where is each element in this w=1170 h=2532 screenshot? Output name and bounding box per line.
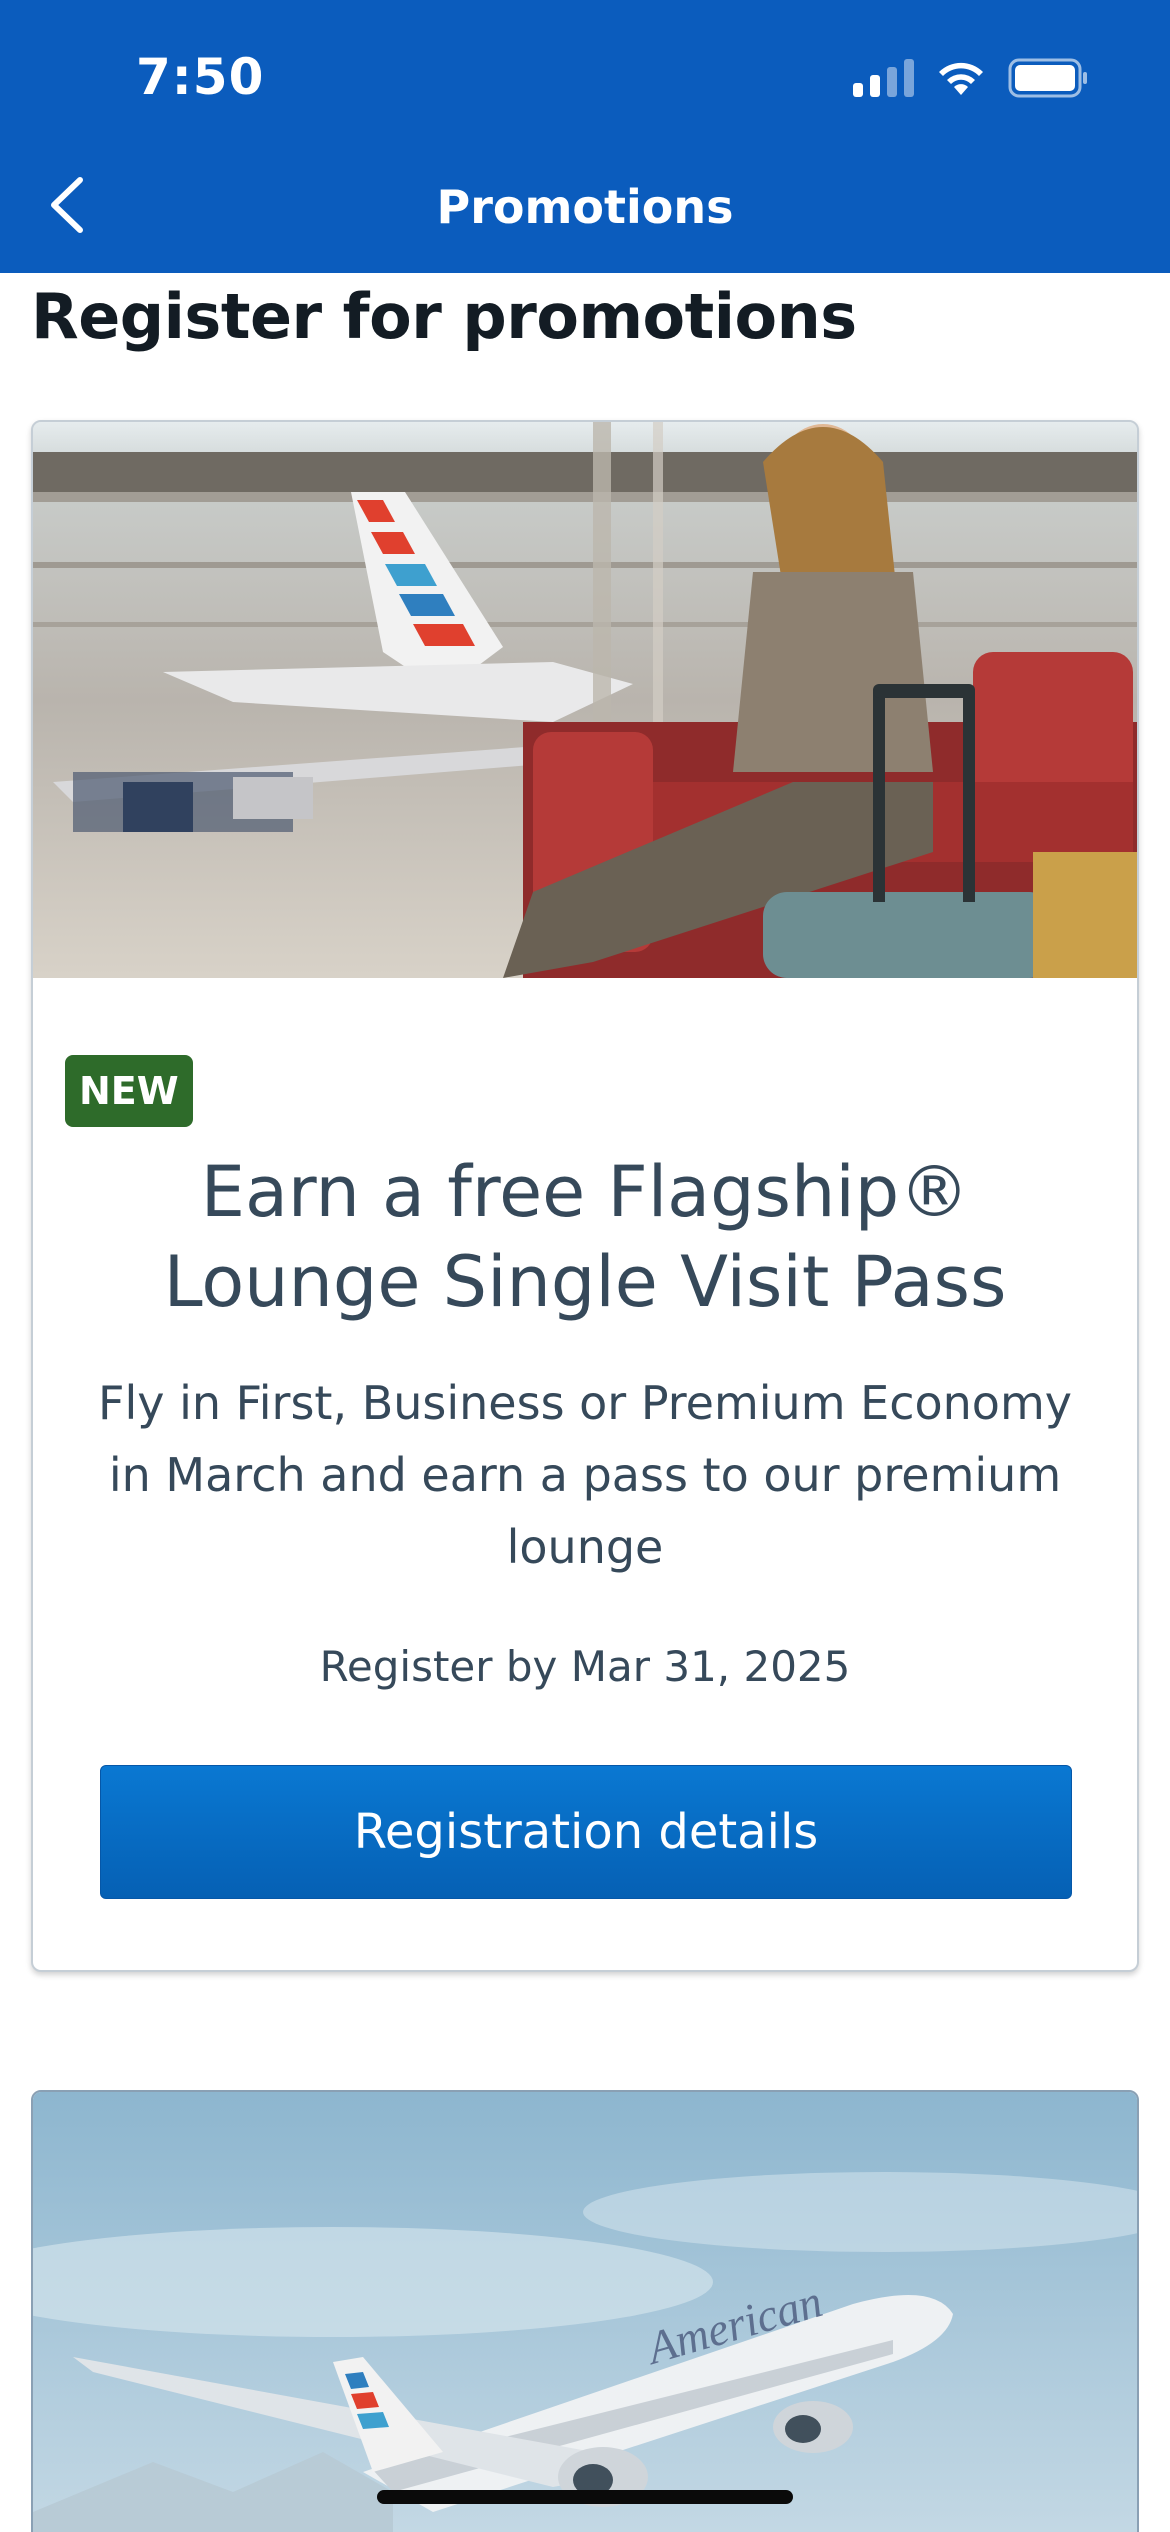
status-time: 7:50 <box>136 48 265 106</box>
lounge-hero-image <box>33 422 1137 978</box>
battery-icon <box>1008 58 1087 98</box>
app-header: 7:50 Promotions <box>0 0 1170 273</box>
status-icons <box>853 56 1090 100</box>
airplane-hero-image: American <box>33 2092 1137 2532</box>
page-title: Register for promotions <box>31 280 857 353</box>
promotion-title: Earn a free Flagship® Lounge Single Visi… <box>163 1151 1007 1323</box>
cellular-signal-icon <box>853 59 914 97</box>
registration-details-button[interactable]: Registration details <box>100 1765 1072 1899</box>
wifi-icon <box>939 62 983 95</box>
new-badge: NEW <box>65 1055 193 1127</box>
nav-title: Promotions <box>436 180 734 234</box>
registration-deadline: Register by Mar 31, 2025 <box>319 1642 851 1691</box>
home-indicator <box>377 2490 793 2504</box>
promotion-description: Fly in First, Business or Premium Econom… <box>98 1376 1072 1574</box>
promotion-card: NEW Earn a free Flagship® Lounge Single … <box>31 420 1139 1972</box>
promotion-card-2[interactable]: American <box>31 2090 1139 2532</box>
